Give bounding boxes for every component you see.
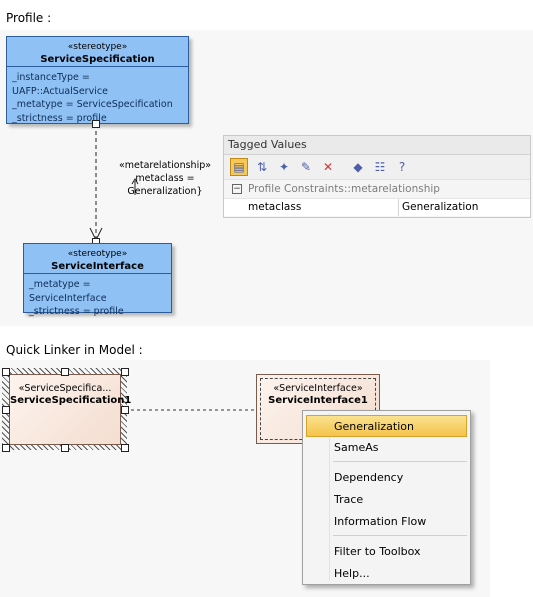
element-name: ServiceInterface1	[268, 395, 368, 406]
resize-handle[interactable]	[121, 368, 129, 376]
resize-handle[interactable]	[61, 368, 69, 376]
menu-item-filter-to-toolbox[interactable]: Filter to Toolbox	[303, 541, 470, 563]
quick-linker-menu: Generalization SameAs Dependency Trace I…	[302, 410, 471, 585]
menu-item-dependency[interactable]: Dependency	[303, 467, 470, 489]
element-stereotype: «ServiceSpecifica...	[18, 383, 112, 394]
service-specification1-element[interactable]: «ServiceSpecifica... ServiceSpecificatio…	[9, 374, 132, 445]
resize-handle[interactable]	[121, 406, 129, 414]
menu-item-label: Dependency	[334, 471, 404, 484]
resize-handle[interactable]	[61, 444, 69, 452]
menu-item-information-flow[interactable]: Information Flow	[303, 511, 470, 533]
menu-item-label: SameAs	[334, 441, 379, 454]
resize-handle[interactable]	[2, 368, 10, 376]
menu-item-help[interactable]: Help...	[303, 563, 470, 585]
menu-item-label: Generalization	[334, 420, 414, 433]
menu-item-trace[interactable]: Trace	[303, 489, 470, 511]
menu-item-generalization[interactable]: Generalization	[306, 415, 467, 437]
resize-handle[interactable]	[121, 444, 129, 452]
menu-item-sameas[interactable]: SameAs	[303, 437, 470, 459]
element-name: ServiceSpecification1	[10, 395, 132, 406]
menu-item-label: Trace	[334, 493, 364, 506]
element-stereotype: «ServiceInterface»	[273, 383, 363, 394]
resize-handle[interactable]	[2, 444, 10, 452]
menu-item-label: Information Flow	[334, 515, 427, 528]
menu-item-label: Filter to Toolbox	[334, 545, 421, 558]
menu-item-label: Help...	[334, 567, 370, 580]
resize-handle[interactable]	[2, 406, 10, 414]
